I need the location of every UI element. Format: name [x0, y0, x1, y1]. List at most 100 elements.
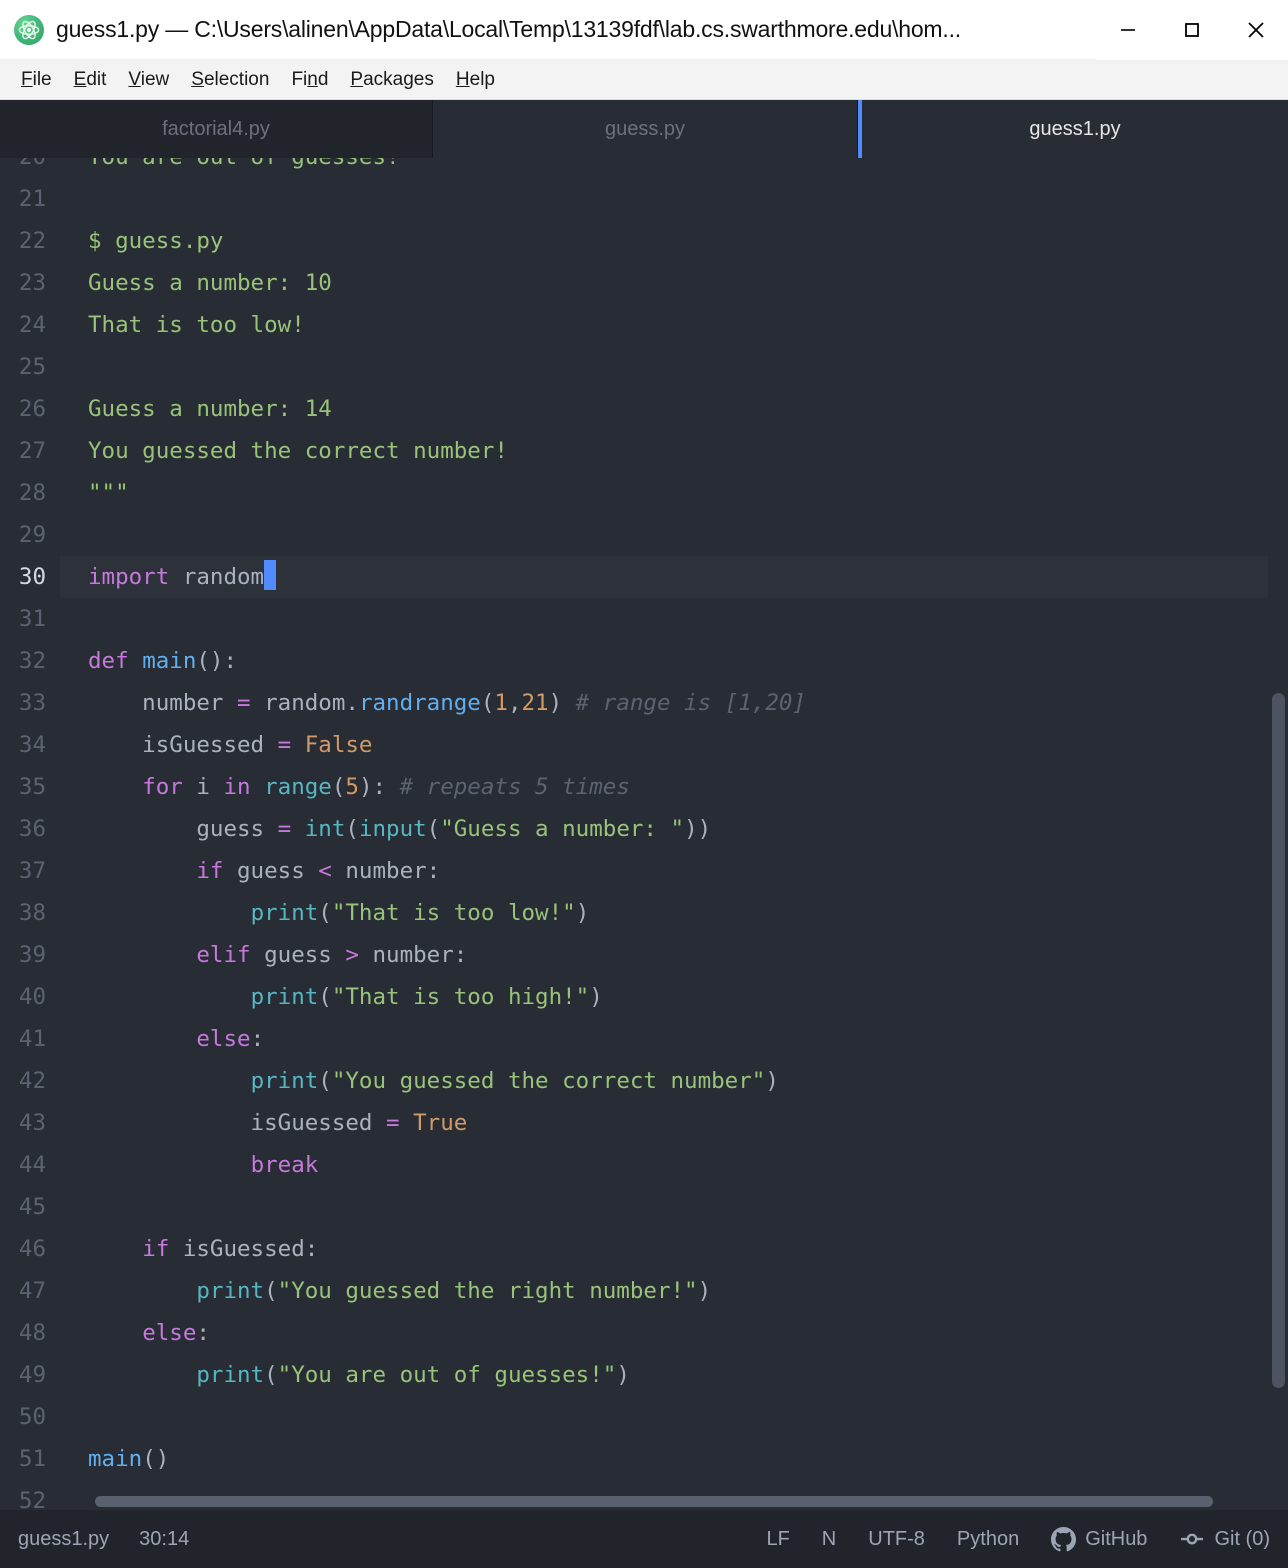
status-cursor-position[interactable]: 30:14 [139, 1528, 189, 1551]
status-line-ending[interactable]: LF [766, 1528, 789, 1551]
code-line[interactable]: 35 for i in range(5): # repeats 5 times [0, 766, 1288, 808]
line-number: 27 [18, 438, 46, 464]
code-line[interactable]: 43 isGuessed = True [0, 1102, 1288, 1144]
horizontal-scrollbar-thumb[interactable] [95, 1496, 1213, 1507]
status-filename[interactable]: guess1.py [18, 1528, 109, 1551]
code-line[interactable]: 25 [0, 346, 1288, 388]
code-token-plain: number [88, 690, 238, 716]
code-line[interactable]: 44 break [0, 1144, 1288, 1186]
code-lines[interactable]: 20You are out of guesses!2122$ guess.py2… [0, 158, 1288, 1510]
code-line-content[interactable]: Guess a number: 14 [60, 388, 1288, 430]
code-line[interactable]: 37 if guess < number: [0, 850, 1288, 892]
code-line[interactable]: 38 print("That is too low!") [0, 892, 1288, 934]
code-line[interactable]: 36 guess = int(input("Guess a number: ")… [0, 808, 1288, 850]
code-token-pun: ) [548, 690, 563, 716]
line-number: 39 [18, 942, 46, 968]
code-line-content[interactable]: print("You guessed the correct number") [60, 1060, 1288, 1102]
code-line[interactable]: 21 [0, 178, 1288, 220]
code-line[interactable]: 49 print("You are out of guesses!") [0, 1354, 1288, 1396]
code-token-plain: isGuessed [88, 1110, 387, 1136]
code-line-content[interactable]: $ guess.py [60, 220, 1288, 262]
menu-item-selection[interactable]: Selection [180, 67, 280, 93]
status-git[interactable]: Git (0) [1179, 1528, 1270, 1551]
code-line[interactable]: 34 isGuessed = False [0, 724, 1288, 766]
code-line[interactable]: 46 if isGuessed: [0, 1228, 1288, 1270]
menu-item-packages[interactable]: Packages [339, 67, 444, 93]
code-token-pun: ) [765, 1068, 779, 1094]
code-line-content[interactable]: number = random.randrange(1,21) # range … [60, 682, 1288, 724]
code-line[interactable]: 30 import random [0, 556, 1288, 598]
code-line-content[interactable]: Guess a number: 10 [60, 262, 1288, 304]
code-editor[interactable]: 20You are out of guesses!2122$ guess.py2… [0, 158, 1288, 1510]
code-line-content[interactable]: main() [60, 1438, 1288, 1480]
code-line[interactable]: 23 Guess a number: 10 [0, 262, 1288, 304]
line-number: 31 [18, 606, 46, 632]
code-token-op: = [386, 1110, 400, 1136]
code-line-content[interactable]: print("You are out of guesses!") [60, 1354, 1288, 1396]
code-line[interactable]: 51 main() [0, 1438, 1288, 1480]
minimize-button[interactable] [1096, 0, 1160, 60]
menu-item-view[interactable]: View [117, 67, 180, 93]
code-token-op: < [318, 858, 332, 884]
status-encoding[interactable]: UTF-8 [868, 1528, 925, 1551]
code-line[interactable]: 29 [0, 514, 1288, 556]
status-selection-mode[interactable]: N [822, 1528, 836, 1551]
menu-item-help[interactable]: Help [445, 67, 506, 93]
code-line[interactable]: 39 elif guess > number: [0, 934, 1288, 976]
code-line[interactable]: 32 def main(): [0, 640, 1288, 682]
code-line-content[interactable]: else: [60, 1312, 1288, 1354]
code-token-kw: elif [196, 942, 251, 968]
menu-item-file[interactable]: File [10, 67, 63, 93]
code-line-content[interactable]: break [60, 1144, 1288, 1186]
code-line[interactable]: 41 else: [0, 1018, 1288, 1060]
code-line-content[interactable]: guess = int(input("Guess a number: ")) [60, 808, 1288, 850]
code-line[interactable]: 48 else: [0, 1312, 1288, 1354]
code-line[interactable]: 42 print("You guessed the correct number… [0, 1060, 1288, 1102]
code-line[interactable]: 27 You guessed the correct number! [0, 430, 1288, 472]
code-line[interactable]: 47 print("You guessed the right number!"… [0, 1270, 1288, 1312]
maximize-button[interactable] [1160, 0, 1224, 60]
line-number: 34 [18, 732, 46, 758]
code-line-content[interactable]: You guessed the correct number! [60, 430, 1288, 472]
code-line-content[interactable]: else: [60, 1018, 1288, 1060]
code-line[interactable]: 28 """ [0, 472, 1288, 514]
menu-item-edit[interactable]: Edit [63, 67, 118, 93]
line-number: 25 [18, 354, 46, 380]
code-line[interactable]: 45 [0, 1186, 1288, 1228]
code-line-content[interactable]: isGuessed = False [60, 724, 1288, 766]
code-line-content[interactable]: """ [60, 472, 1288, 514]
code-line-content[interactable]: for i in range(5): # repeats 5 times [60, 766, 1288, 808]
menu-item-find[interactable]: Find [280, 67, 339, 93]
code-line-content[interactable]: print("That is too low!") [60, 892, 1288, 934]
code-line[interactable]: 26 Guess a number: 14 [0, 388, 1288, 430]
status-grammar[interactable]: Python [957, 1528, 1019, 1551]
code-line[interactable]: 22 $ guess.py [0, 220, 1288, 262]
status-github[interactable]: GitHub [1051, 1526, 1147, 1552]
close-button[interactable] [1224, 0, 1288, 60]
code-line[interactable]: 31 [0, 598, 1288, 640]
code-line-content[interactable]: elif guess > number: [60, 934, 1288, 976]
tab-guess[interactable]: guess.py [433, 100, 858, 158]
code-line-content[interactable]: import random [60, 556, 1288, 598]
editor-vertical-scrollbar[interactable] [1268, 158, 1288, 1510]
code-line[interactable]: 33 number = random.randrange(1,21) # ran… [0, 682, 1288, 724]
code-line-content[interactable]: if guess < number: [60, 850, 1288, 892]
tab-factorial4[interactable]: factorial4.py [0, 100, 433, 158]
code-line[interactable]: 20 You are out of guesses! [0, 158, 1288, 178]
code-line-content[interactable]: if isGuessed: [60, 1228, 1288, 1270]
editor-horizontal-scrollbar[interactable] [0, 1492, 1268, 1510]
code-line-content[interactable]: You are out of guesses! [60, 158, 1288, 178]
code-line-content[interactable]: def main(): [60, 640, 1288, 682]
code-line[interactable]: 40 print("That is too high!") [0, 976, 1288, 1018]
code-line[interactable]: 24 That is too low! [0, 304, 1288, 346]
code-line-content[interactable]: print("That is too high!") [60, 976, 1288, 1018]
tab-guess1[interactable]: guess1.py [858, 100, 1288, 158]
code-line-content[interactable]: print("You guessed the right number!") [60, 1270, 1288, 1312]
code-line[interactable]: 50 [0, 1396, 1288, 1438]
code-line-content[interactable]: That is too low! [60, 304, 1288, 346]
code-line-content[interactable]: isGuessed = True [60, 1102, 1288, 1144]
code-token-str: Guess a number: 14 [88, 396, 332, 422]
vertical-scrollbar-thumb[interactable] [1272, 693, 1285, 1388]
